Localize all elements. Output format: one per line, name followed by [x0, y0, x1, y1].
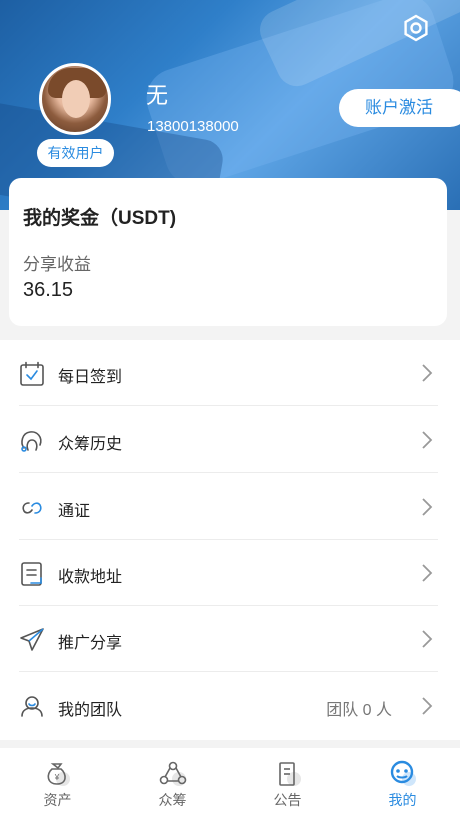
tab-mine[interactable]: 我的	[345, 748, 460, 818]
menu-item-label: 收款地址	[58, 569, 123, 586]
menu-item-crowdfund-history[interactable]: 众筹历史	[0, 407, 460, 473]
bonus-title: 我的奖金（USDT)	[23, 208, 177, 229]
divider	[19, 671, 438, 672]
profile-icon	[388, 760, 418, 788]
chevron-right-icon	[420, 563, 434, 583]
history-icon	[19, 428, 45, 454]
team-count: 团队 0 人	[326, 702, 392, 719]
money-bag-icon: ¥	[43, 760, 73, 788]
tab-label: 资产	[43, 792, 72, 808]
tab-notice[interactable]: 公告	[230, 748, 345, 818]
tab-crowdfund[interactable]: 众筹	[115, 748, 230, 818]
menu-item-label: 众筹历史	[58, 436, 123, 453]
divider	[19, 405, 438, 406]
bonus-card: 我的奖金（USDT) 分享收益 36.15	[9, 178, 447, 326]
menu-item-label: 每日签到	[58, 369, 123, 386]
menu-item-label: 推广分享	[58, 635, 123, 652]
address-document-icon	[19, 561, 45, 587]
username: 无	[146, 83, 169, 108]
bonus-subtitle: 分享收益	[23, 255, 91, 274]
avatar-face	[62, 80, 90, 118]
tab-label: 公告	[273, 792, 302, 808]
chevron-right-icon	[420, 363, 434, 383]
menu-item-promote-share[interactable]: 推广分享	[0, 606, 460, 672]
tab-label: 众筹	[158, 792, 187, 808]
chevron-right-icon	[420, 430, 434, 450]
menu-item-payment-address[interactable]: 收款地址	[0, 540, 460, 606]
menu-item-label: 我的团队	[58, 702, 123, 719]
chevron-right-icon	[420, 497, 434, 517]
gear-icon[interactable]	[402, 14, 430, 42]
tab-assets[interactable]: ¥ 资产	[0, 748, 115, 818]
team-icon	[19, 694, 45, 720]
calendar-check-icon	[19, 361, 45, 387]
status-badge: 有效用户	[37, 139, 114, 167]
chevron-right-icon	[420, 629, 434, 649]
chevron-right-icon	[420, 696, 434, 716]
menu-item-label: 通证	[58, 503, 91, 520]
token-link-icon	[19, 495, 45, 521]
menu-item-daily-checkin[interactable]: 每日签到	[0, 340, 460, 406]
phone-number: 13800138000	[147, 118, 239, 135]
divider	[19, 472, 438, 473]
tab-label: 我的	[388, 792, 417, 808]
account-activate-button[interactable]: 账户激活	[339, 89, 460, 127]
notice-icon	[273, 760, 303, 788]
crowdfund-icon	[158, 760, 188, 788]
svg-text:¥: ¥	[54, 773, 60, 782]
menu-item-token[interactable]: 通证	[0, 474, 460, 540]
bonus-value: 36.15	[23, 279, 74, 301]
menu-item-my-team[interactable]: 我的团队 团队 0 人	[0, 673, 460, 739]
bottom-tab-bar: ¥ 资产 众筹 公告 我的	[0, 748, 460, 818]
menu-list: 每日签到 众筹历史 通证 收款地址 推广分享 我的团队 团队 0 人	[0, 340, 460, 740]
paper-plane-icon	[19, 627, 45, 653]
avatar[interactable]	[39, 63, 111, 135]
